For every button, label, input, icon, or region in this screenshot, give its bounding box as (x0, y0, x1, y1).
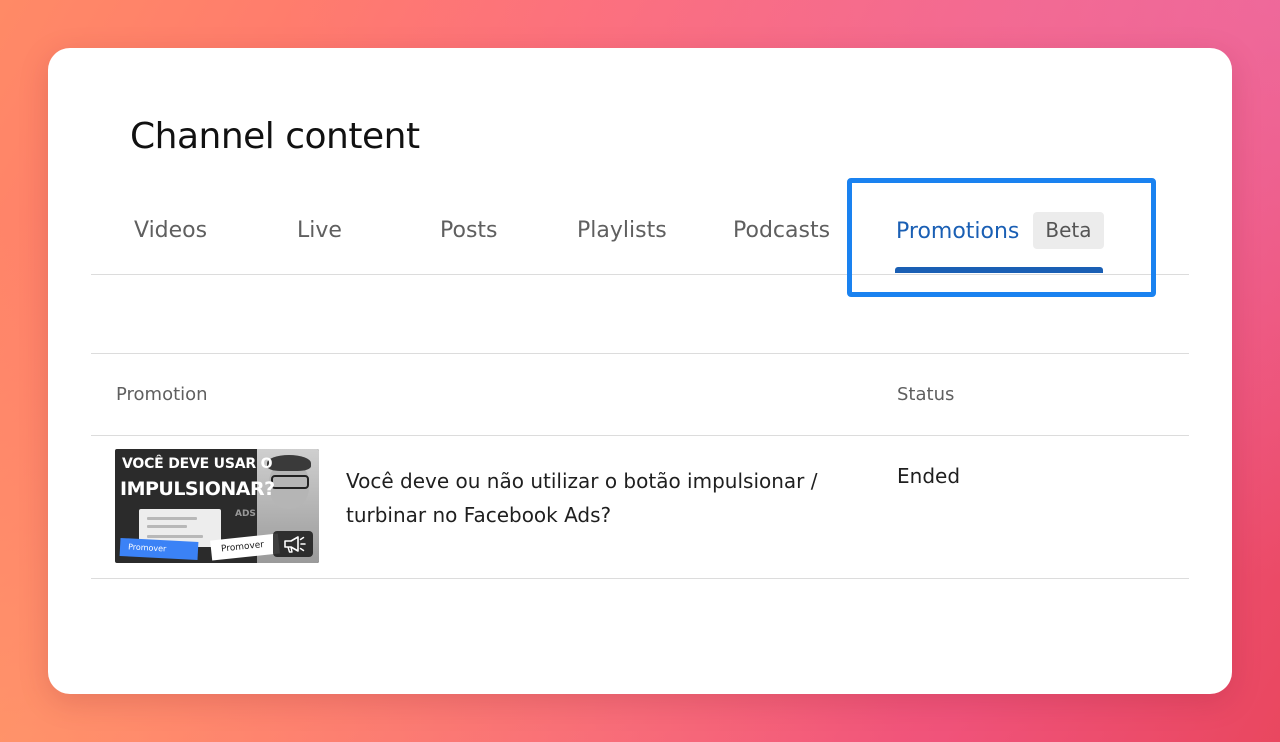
tab-live[interactable]: Live (297, 218, 342, 243)
thumbnail-headline-1: VOCÊ DEVE USAR O (122, 456, 273, 472)
tab-podcasts[interactable]: Podcasts (733, 218, 830, 243)
promotion-video-title[interactable]: Você deve ou não utilizar o botão impuls… (346, 464, 846, 532)
channel-content-card: Channel content Videos Live Posts Playli… (48, 48, 1232, 694)
tab-videos[interactable]: Videos (134, 218, 207, 243)
megaphone-icon (273, 531, 313, 557)
status-value: Ended (897, 464, 961, 488)
beta-badge: Beta (1033, 212, 1104, 249)
content-tabs: Videos Live Posts Playlists Podcasts Pro… (91, 188, 1189, 275)
column-header-promotion: Promotion (116, 384, 208, 405)
thumbnail-ads-text: ADS (235, 509, 256, 519)
column-header-status: Status (897, 384, 955, 405)
video-thumbnail[interactable]: ADS VOCÊ DEVE USAR O IMPULSIONAR? Promov… (115, 449, 319, 563)
tab-promotions[interactable]: Promotions Beta (896, 212, 1104, 249)
active-tab-indicator (895, 267, 1103, 273)
thumbnail-headline-2: IMPULSIONAR? (120, 478, 275, 500)
page-title: Channel content (130, 116, 420, 157)
tab-promotions-label: Promotions (896, 219, 1020, 244)
table-row[interactable]: ADS VOCÊ DEVE USAR O IMPULSIONAR? Promov… (91, 436, 1189, 579)
tab-posts[interactable]: Posts (440, 218, 498, 243)
table-header: Promotion Status (91, 354, 1189, 436)
tab-playlists[interactable]: Playlists (577, 218, 667, 243)
thumbnail-promover-blue: Promover (119, 537, 199, 561)
